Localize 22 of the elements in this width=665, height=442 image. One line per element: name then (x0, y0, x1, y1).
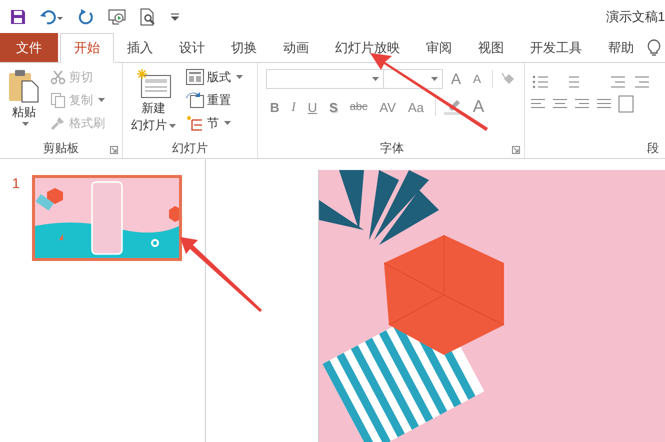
window-title: 演示文稿1 (606, 8, 665, 26)
ribbon-tab[interactable]: 插入 (114, 33, 166, 62)
slide-number: 1 (12, 175, 20, 191)
group-label: 字体 (266, 140, 518, 158)
new-slide-button[interactable]: 新建 幻灯片 (129, 67, 178, 140)
ribbon-tab[interactable]: 帮助 (595, 33, 647, 62)
ribbon-tab[interactable]: 设计 (166, 33, 218, 62)
reset-button[interactable]: 重置 (184, 90, 245, 110)
group-label: 剪贴板 (6, 140, 116, 158)
section-button[interactable]: 节 (184, 113, 245, 133)
ribbon-tab[interactable]: 幻灯片放映 (322, 33, 413, 62)
file-tab[interactable]: 文件 (0, 33, 58, 62)
ribbon-tab[interactable]: 动画 (270, 33, 322, 62)
ribbon-tab[interactable]: 视图 (465, 33, 517, 62)
ribbon-tab[interactable]: 开始 (60, 33, 114, 63)
paste-button[interactable]: 粘贴 (6, 67, 42, 140)
group-label: 段 (646, 140, 659, 157)
ribbon-tab[interactable]: 切换 (218, 33, 270, 62)
ribbon-tab[interactable]: 审阅 (413, 33, 465, 62)
ribbon-tab[interactable]: 开发工具 (517, 33, 595, 62)
group-label: 幻灯片 (171, 140, 209, 157)
layout-button[interactable]: 版式 (184, 67, 245, 87)
